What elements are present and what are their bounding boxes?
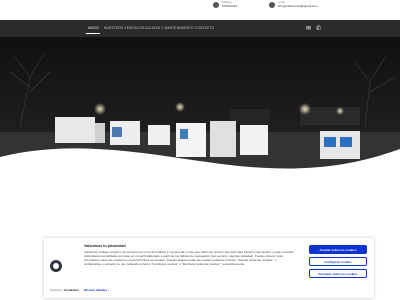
email-icon[interactable]: ✉	[306, 25, 311, 32]
nav-item-vehiculos[interactable]: NUESTROS VEHÍCULOS	[104, 26, 145, 30]
hero-image	[0, 37, 400, 200]
chevron-right-icon: ›	[107, 288, 109, 292]
phone-value[interactable]: 675942234	[222, 4, 237, 8]
nav-item-contacto[interactable]: CONTACTO	[195, 26, 214, 30]
reject-all-cookies-button[interactable]: Rechazar todas las cookies	[309, 269, 367, 278]
email-contact[interactable]: e-mail amigosdelmercat@gmail.com	[269, 1, 318, 8]
hero-night-scene	[0, 37, 400, 200]
email-value[interactable]: amigosdelmercat@gmail.com	[278, 4, 318, 8]
show-details-label: Mostrar detalles	[84, 288, 108, 292]
nav-active-indicator	[86, 33, 100, 34]
powered-by-label: Powered by	[50, 289, 64, 292]
nav-item-calidad[interactable]: CALIDAD Y MANTENIMIENTO	[145, 26, 194, 30]
nav-item-inicio[interactable]: INICIO	[88, 26, 99, 30]
accept-all-cookies-button[interactable]: Aceptar todas las cookies	[309, 245, 367, 254]
phone-icon	[213, 2, 219, 8]
cookiebot-logo-icon	[50, 260, 62, 272]
show-details-link[interactable]: Mostrar detalles ›	[84, 288, 109, 292]
configure-cookies-button[interactable]: Configurar cookies	[309, 257, 367, 266]
main-navigation: INICIO NUESTROS VEHÍCULOS CALIDAD Y MANT…	[0, 20, 400, 37]
email-icon	[269, 2, 275, 8]
cookie-description: Utilizamos cookies propias y de terceros…	[84, 250, 294, 266]
powered-by[interactable]: Powered by Cookiebot	[50, 288, 79, 292]
cookie-title: Valoramos tu privacidad	[84, 244, 126, 248]
cookiebot-brand: Cookiebot	[63, 288, 79, 292]
phone-contact[interactable]: Teléfono 675942234	[213, 1, 237, 8]
phone-icon[interactable]: ✆	[316, 25, 321, 32]
cookie-consent-banner: Valoramos tu privacidad Utilizamos cooki…	[44, 238, 374, 298]
top-contact-bar: Teléfono 675942234 e-mail amigosdelmerca…	[0, 0, 400, 20]
